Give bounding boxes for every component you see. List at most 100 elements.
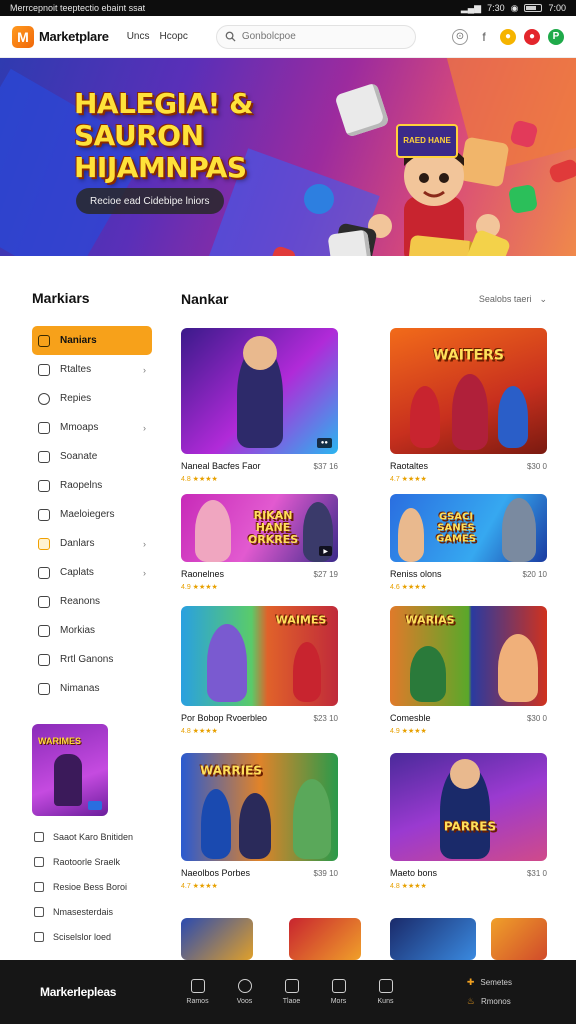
link-icon — [34, 906, 44, 917]
sidebar-item[interactable]: Naniars — [32, 326, 152, 355]
product-card[interactable]: RIKAN HANE ORKRES ▶ Raonelnes $27 19 4.9 … — [181, 494, 338, 593]
character-figure — [410, 386, 440, 448]
search-bar[interactable] — [215, 24, 416, 49]
product-card[interactable]: GSACI SANES GAMES Reniss olons $20 10 4.6… — [390, 494, 547, 593]
cart-icon[interactable]: ● — [524, 28, 540, 45]
sidebar-item[interactable]: Rtaltes › — [32, 355, 152, 384]
sidebar-item-label: Raopelns — [60, 480, 103, 491]
product-card[interactable] — [289, 918, 361, 960]
product-card[interactable]: WAIMES Por Bobop Rvoerbleo $23 10 4.8 ★★★… — [181, 606, 338, 737]
sidebar-item[interactable]: Danlars › — [32, 529, 152, 558]
bottom-nav-label: Voos — [236, 998, 253, 1005]
card-thumbnail — [491, 918, 547, 960]
character-head — [243, 336, 277, 370]
search-input[interactable] — [241, 31, 402, 42]
library-icon — [331, 979, 346, 993]
card-price: $37 16 — [313, 461, 338, 471]
card-title: Por Bobop Rvoerbleo — [181, 713, 268, 723]
sidebar-promo-card[interactable]: WARIMES — [32, 724, 108, 816]
sidebar-link[interactable]: Sciselslor loed — [32, 924, 162, 949]
card-thumbnail: WAITERS — [390, 328, 547, 454]
facebook-icon[interactable]: f — [476, 29, 492, 45]
bottom-nav-item[interactable]: Mors — [315, 979, 362, 1005]
bottom-right-link[interactable]: ♨ Rmonos — [467, 996, 512, 1007]
search-icon — [225, 31, 236, 42]
product-card[interactable] — [390, 918, 476, 960]
sidebar-link[interactable]: Raotoorle Sraelk — [32, 849, 162, 874]
sidebar-item[interactable]: Maeloiegers — [32, 500, 152, 529]
link-icon — [34, 856, 44, 867]
card-price: $23 10 — [313, 713, 338, 723]
character-figure — [207, 624, 247, 702]
bottom-right-link[interactable]: ✚ Semetes — [467, 977, 512, 988]
header-nav-link[interactable]: Uncs — [127, 31, 150, 42]
thumb-title: GSACI SANES GAMES — [436, 511, 476, 545]
page-root: { "status_bar": { "left_text": "Merrcepn… — [0, 0, 576, 1024]
header-nav-link[interactable]: Hcopc — [159, 31, 187, 42]
thumb-title: WAIMES — [275, 613, 327, 627]
sort-label: Sealobs taeri — [478, 293, 532, 304]
sidebar-item[interactable]: Soanate — [32, 442, 152, 471]
bottom-nav-item[interactable]: Voos — [221, 979, 268, 1005]
product-card[interactable]: PARRES Maeto bons $31 0 4.8 ★★★★ — [390, 753, 547, 892]
profile-icon[interactable]: P — [548, 28, 564, 45]
app-logo[interactable]: M — [12, 25, 34, 48]
sidebar-link[interactable]: Saaot Karo Bnitiden — [32, 824, 162, 849]
hero-banner[interactable]: HALEGIA! & SAURON HIJAMNPAS Recioe ead C… — [0, 58, 576, 256]
header-icons: ⊙ f ● ● P — [452, 28, 564, 45]
sidebar-item[interactable]: Reanons — [32, 587, 152, 616]
sort-dropdown[interactable]: Sealobs taeri ⌄ — [479, 294, 547, 305]
card-thumbnail — [289, 918, 361, 960]
bottom-nav-label: Tlaoe — [282, 998, 301, 1005]
hero-cta-button[interactable]: Recioe ead Cidebipe lniors — [76, 188, 224, 214]
product-card[interactable] — [181, 918, 253, 960]
store-icon — [378, 979, 393, 993]
coin-icon[interactable]: ● — [500, 28, 516, 45]
sidebar-item-label: Caplats — [60, 567, 94, 578]
chevron-down-icon: ⌄ — [539, 293, 547, 304]
sidebar-item-label: Nimanas — [60, 683, 100, 694]
product-card[interactable]: WARRIES Naeolbos Porbes $39 10 4.7 ★★★★ — [181, 753, 338, 892]
flame-icon: ♨ — [466, 996, 475, 1006]
category-icon — [38, 392, 50, 405]
character-figure — [452, 374, 488, 450]
bottom-nav-label: Ramos — [186, 998, 209, 1005]
sidebar-item-label: Maeloiegers — [60, 509, 115, 520]
bottom-nav-item[interactable]: Tlaoe — [268, 979, 315, 1005]
sidebar-link[interactable]: Resioe Bess Boroi — [32, 874, 162, 899]
bottom-nav-item[interactable]: Ramos — [174, 979, 221, 1005]
character-figure — [410, 646, 446, 702]
bottom-nav-item[interactable]: Kuns — [362, 979, 409, 1005]
token-icon — [304, 184, 334, 214]
sidebar-item[interactable]: Mmoaps › — [32, 413, 152, 442]
notification-icon[interactable]: ⊙ — [452, 28, 468, 45]
footer-brand[interactable]: Markerlepleas — [40, 985, 160, 999]
sidebar-item[interactable]: Morkias — [32, 616, 152, 645]
category-icon — [38, 595, 50, 608]
product-card[interactable]: WARIAS Comesble $30 0 4.9 ★★★★ — [390, 606, 547, 737]
sidebar-item[interactable]: Rrtl Ganons — [32, 645, 152, 674]
character-figure — [293, 779, 331, 859]
product-card[interactable]: WAITERS Raotaltes $30 0 4.7 ★★★★ — [390, 328, 547, 485]
gamepad-icon: ✚ — [466, 977, 475, 987]
sidebar-link-label: Resioe Bess Boroi — [53, 881, 128, 892]
sidebar-item[interactable]: Caplats › — [32, 558, 152, 587]
product-card[interactable] — [491, 918, 547, 960]
sidebar-link-label: Raotoorle Sraelk — [53, 856, 121, 867]
product-card[interactable]: ●● Naneal Bacfes Faor $37 16 4.8 ★★★★ — [181, 328, 338, 485]
bottom-nav: Ramos Voos Tlaoe Mors Kuns — [174, 979, 409, 1005]
card-thumbnail: RIKAN HANE ORKRES ▶ — [181, 494, 338, 562]
card-thumbnail: WARRIES — [181, 753, 338, 861]
sidebar-item[interactable]: Raopelns — [32, 471, 152, 500]
bottom-right-label: Semetes — [480, 978, 512, 987]
sidebar-link[interactable]: Nmasesterdais — [32, 899, 162, 924]
category-icon — [38, 479, 50, 492]
thumb-chip: ●● — [316, 438, 332, 448]
sidebar-item[interactable]: Repies — [32, 384, 152, 413]
sidebar-item[interactable]: Nimanas — [32, 674, 152, 703]
card-title: Raonelnes — [181, 569, 225, 579]
sidebar-item-label: Repies — [60, 393, 92, 404]
category-icon — [38, 334, 50, 347]
signal-icon: ▂▄▆ — [460, 2, 482, 13]
brand-name[interactable]: Marketplare — [39, 29, 109, 44]
